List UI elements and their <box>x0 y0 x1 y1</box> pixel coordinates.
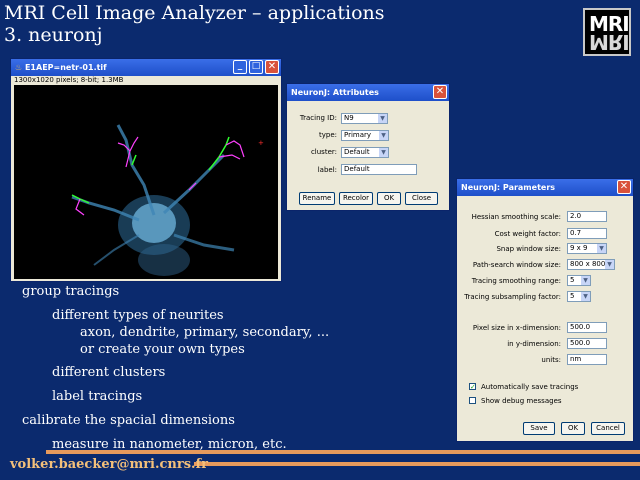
attributes-dialog: NeuronJ: Attributes ✕ Tracing ID: N9 ▼ t… <box>286 83 450 211</box>
recolor-button[interactable]: Recolor <box>339 192 373 205</box>
image-window-titlebar[interactable]: ♨ E1AEP=netr-01.tif _ □ ✕ <box>11 59 281 76</box>
ok-button[interactable]: OK <box>377 192 401 205</box>
cancel-button[interactable]: Cancel <box>591 422 625 435</box>
tracing-smoothing-value: 5 <box>570 276 575 284</box>
parameters-dialog-title: NeuronJ: Parameters <box>461 183 556 192</box>
bullet-calibrate: calibrate the spacial dimensions <box>22 413 235 428</box>
attributes-close-button[interactable]: ✕ <box>433 85 447 99</box>
rename-button[interactable]: Rename <box>299 192 335 205</box>
bullet-neurite-examples: axon, dendrite, primary, secondary, ... <box>80 325 330 340</box>
neuron-image: + <box>71 124 264 276</box>
minimize-button[interactable]: _ <box>233 60 247 74</box>
pixel-y-input[interactable]: 500.0 <box>567 338 607 349</box>
ok-button[interactable]: OK <box>561 422 585 435</box>
path-search-value: 800 x 800 <box>570 260 606 268</box>
slide-title-line2: 3. neuronj <box>4 24 103 46</box>
chevron-down-icon: ▼ <box>597 244 606 253</box>
chevron-down-icon: ▼ <box>379 148 388 157</box>
tracing-id-select[interactable]: N9 ▼ <box>341 113 388 124</box>
type-label: type: <box>319 131 337 139</box>
cost-weight-input[interactable]: 0.7 <box>567 228 607 239</box>
chevron-down-icon: ▼ <box>581 276 590 285</box>
parameters-dialog-titlebar[interactable]: NeuronJ: Parameters ✕ <box>457 179 633 196</box>
save-button[interactable]: Save <box>523 422 555 435</box>
subsampling-label: Tracing subsampling factor: <box>464 293 561 301</box>
bullet-custom-types: or create your own types <box>80 342 245 357</box>
units-label: units: <box>541 356 561 364</box>
java-icon: ♨ <box>15 63 23 72</box>
maximize-button[interactable]: □ <box>249 60 263 74</box>
auto-save-label: Automatically save tracings <box>481 383 579 391</box>
hessian-label: Hessian smoothing scale: <box>471 213 561 221</box>
close-button[interactable]: Close <box>405 192 438 205</box>
slide-title: MRI Cell Image Analyzer – applications 3… <box>4 2 385 46</box>
pixel-y-label: in y-dimension: <box>507 340 561 348</box>
image-info: 1300x1020 pixels; 8-bit; 1.3MB <box>14 76 124 84</box>
attributes-dialog-titlebar[interactable]: NeuronJ: Attributes ✕ <box>287 84 449 101</box>
cluster-select[interactable]: Default ▼ <box>341 147 389 158</box>
subsampling-value: 5 <box>570 292 575 300</box>
image-window-close-button[interactable]: ✕ <box>265 60 279 74</box>
units-input[interactable]: nm <box>567 354 607 365</box>
tracing-smoothing-label: Tracing smoothing range: <box>471 277 561 285</box>
type-value: Primary <box>344 131 372 139</box>
label-label: label: <box>317 166 337 174</box>
label-input[interactable]: Default <box>341 164 417 175</box>
debug-checkbox[interactable] <box>469 397 476 404</box>
snap-window-value: 9 x 9 <box>570 244 588 252</box>
footer-line-bottom <box>194 462 640 466</box>
chevron-down-icon: ▼ <box>581 292 590 301</box>
tracing-id-label: Tracing ID: <box>299 114 337 122</box>
image-window-title: E1AEP=netr-01.tif <box>24 63 107 72</box>
pixel-x-label: Pixel size in x-dimension: <box>472 324 561 332</box>
hessian-input[interactable]: 2.0 <box>567 211 607 222</box>
path-search-select[interactable]: 800 x 800 ▼ <box>567 259 615 270</box>
parameters-dialog: NeuronJ: Parameters ✕ Hessian smoothing … <box>456 178 634 442</box>
cost-weight-label: Cost weight factor: <box>494 230 561 238</box>
chevron-down-icon: ▼ <box>378 114 387 123</box>
snap-window-select[interactable]: 9 x 9 ▼ <box>567 243 607 254</box>
tracing-id-value: N9 <box>344 114 354 122</box>
mri-logo: MRI MRI <box>583 8 631 56</box>
auto-save-checkbox[interactable]: ✓ <box>469 383 476 391</box>
bullet-clusters: different clusters <box>52 365 166 380</box>
parameters-close-button[interactable]: ✕ <box>617 180 631 194</box>
bullet-group-tracings: group tracings <box>22 284 120 299</box>
svg-text:+: + <box>258 139 264 147</box>
footer-line-top <box>46 450 640 454</box>
debug-label: Show debug messages <box>481 397 562 405</box>
pixel-x-input[interactable]: 500.0 <box>567 322 607 333</box>
subsampling-select[interactable]: 5 ▼ <box>567 291 591 302</box>
cluster-label: cluster: <box>310 148 337 156</box>
snap-window-label: Snap window size: <box>496 245 561 253</box>
neuron-image-canvas[interactable]: + <box>14 85 278 279</box>
slide-title-line1: MRI Cell Image Analyzer – applications <box>4 2 385 24</box>
logo-text-mirrored: MRI <box>589 30 629 54</box>
attributes-dialog-title: NeuronJ: Attributes <box>291 88 379 97</box>
type-select[interactable]: Primary ▼ <box>341 130 389 141</box>
footer-email[interactable]: volker.baecker@mri.cnrs.fr <box>10 457 208 472</box>
path-search-label: Path-search window size: <box>472 261 561 269</box>
image-window: ♨ E1AEP=netr-01.tif _ □ ✕ 1300x1020 pixe… <box>10 58 282 282</box>
chevron-down-icon: ▼ <box>379 131 388 140</box>
chevron-down-icon: ▼ <box>605 260 614 269</box>
cluster-value: Default <box>344 148 370 156</box>
bullet-neurite-types: different types of neurites <box>52 308 224 323</box>
tracing-smoothing-select[interactable]: 5 ▼ <box>567 275 591 286</box>
bullet-label-tracings: label tracings <box>52 389 143 404</box>
